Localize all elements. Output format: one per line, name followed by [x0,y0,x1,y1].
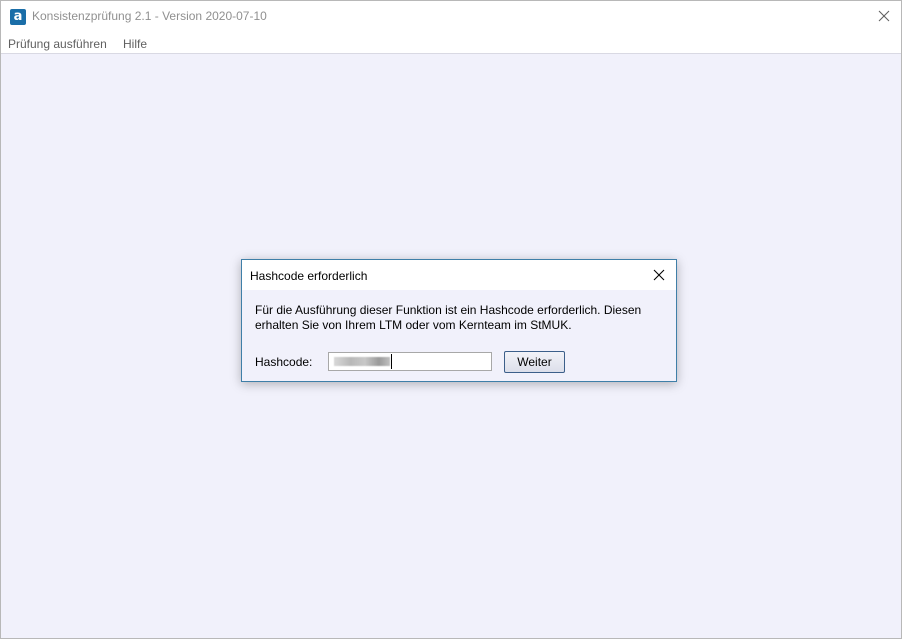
app-logo-icon: a [10,9,26,25]
weiter-button[interactable]: Weiter [504,351,565,373]
dialog-body: Für die Ausführung dieser Funktion ist e… [242,290,676,381]
text-caret [391,354,392,369]
dialog-message-line-2: erhalten Sie von Ihrem LTM oder vom Kern… [255,318,572,332]
close-icon [878,10,890,22]
menu-item-pruefung-ausfuehren[interactable]: Prüfung ausführen [8,37,107,51]
window-close-button[interactable] [875,7,893,25]
close-icon [653,269,665,281]
dialog-title: Hashcode erforderlich [250,269,368,283]
dialog-message: Für die Ausführung dieser Funktion ist e… [255,303,665,333]
menu-item-hilfe[interactable]: Hilfe [123,37,147,51]
dialog-title-bar[interactable]: Hashcode erforderlich [242,260,676,290]
menu-bar: Prüfung ausführen Hilfe [1,32,901,54]
dialog-message-line-1: Für die Ausführung dieser Funktion ist e… [255,303,642,317]
app-window: a Konsistenzprüfung 2.1 - Version 2020-0… [0,0,902,639]
hashcode-label: Hashcode: [255,355,313,369]
hashcode-redacted-value [334,357,390,366]
window-title: Konsistenzprüfung 2.1 - Version 2020-07-… [32,9,267,23]
hashcode-dialog: Hashcode erforderlich Für die Ausführung… [241,259,677,382]
title-bar[interactable]: a Konsistenzprüfung 2.1 - Version 2020-0… [1,1,901,32]
dialog-close-button[interactable] [652,268,666,282]
